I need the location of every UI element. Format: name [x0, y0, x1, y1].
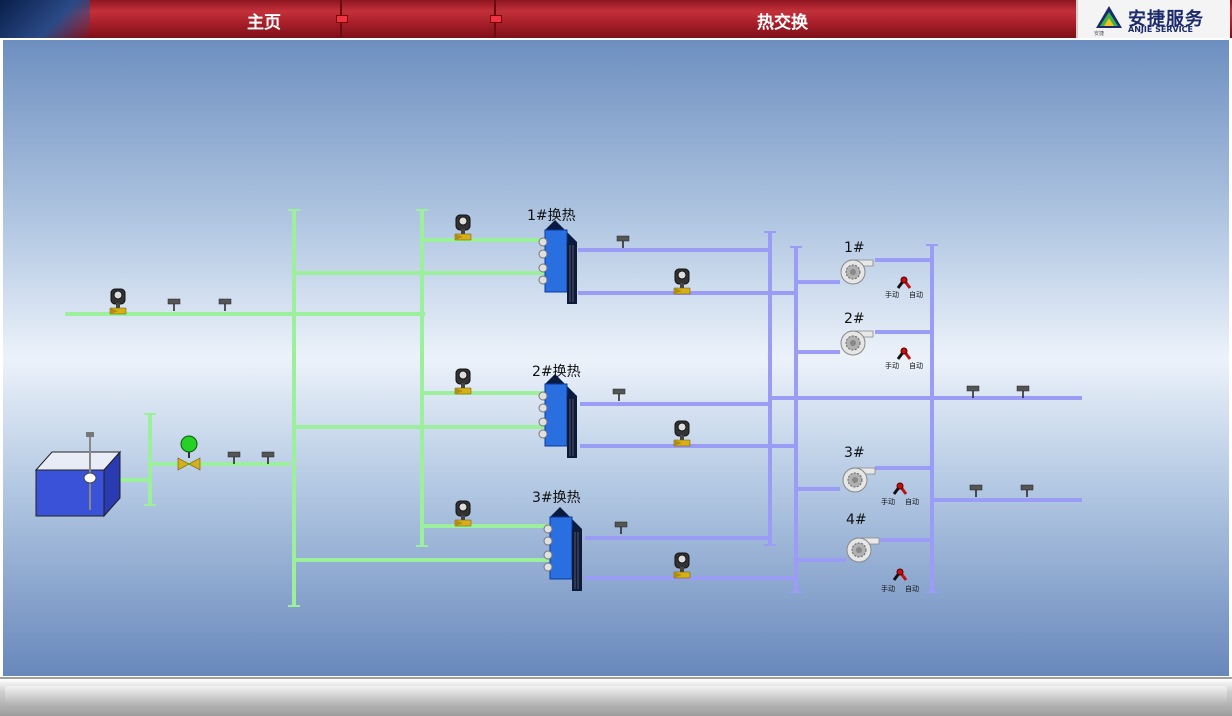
mode-switch-pump-4[interactable]: [892, 567, 908, 582]
mode-manual-label: 手动: [885, 290, 899, 299]
heat-exchanger-2[interactable]: [538, 373, 578, 459]
heat-exchange-diagram: 1#换热 2#换热 3#换热 1# 2# 3# 4# 手动 自动 手动 自动 手…: [34, 207, 1082, 607]
temperature-sensor[interactable]: [612, 388, 626, 402]
company-logo: 安捷服务 ANJIE SERVICE 安捷: [1076, 0, 1230, 38]
circulation-pump-2[interactable]: [840, 330, 874, 356]
process-diagram-area: 1#换热 2#换热 3#换热 1# 2# 3# 4# 手动 自动 手动 自动 手…: [3, 40, 1229, 676]
bottom-bar-panel: [5, 686, 1227, 708]
mode-switch-pump-2[interactable]: [896, 346, 912, 361]
actuator-valve[interactable]: [673, 552, 691, 579]
mode-auto-label: 自动: [905, 497, 919, 506]
mode-auto-label: 自动: [909, 361, 923, 370]
heat-exchanger-3-label: 3#换热: [532, 489, 581, 506]
pump-2-label: 2#: [844, 311, 865, 327]
heat-exchanger-2-label: 2#换热: [532, 363, 581, 380]
water-tank: [34, 432, 122, 518]
mode-manual-label: 手动: [881, 584, 895, 593]
return-pipe-network: [578, 232, 1082, 592]
temperature-sensor[interactable]: [969, 484, 983, 498]
mode-auto-label: 自动: [909, 290, 923, 299]
mode-manual-label: 手动: [885, 361, 899, 370]
logo-triangle-icon: [1096, 6, 1122, 28]
circulation-pump-1[interactable]: [840, 259, 874, 285]
temperature-sensor[interactable]: [616, 235, 630, 249]
pump-3-label: 3#: [844, 445, 865, 461]
circulation-pump-4[interactable]: [846, 537, 880, 563]
nav-home-button[interactable]: 主页: [247, 8, 281, 33]
actuator-valve[interactable]: [454, 214, 472, 241]
actuator-valve[interactable]: [109, 288, 127, 315]
logo-english-text: ANJIE SERVICE: [1128, 25, 1193, 34]
mode-switch-pump-3[interactable]: [892, 481, 908, 496]
bottom-status-bar: [0, 677, 1232, 716]
actuator-valve[interactable]: [673, 420, 691, 447]
mode-switch-pump-1[interactable]: [896, 275, 912, 290]
circulation-pump-3[interactable]: [842, 467, 876, 493]
heat-exchanger-1-label: 1#换热: [527, 207, 576, 224]
top-navigation-bar: 主页 热交换 安捷服务 ANJIE SERVICE 安捷: [0, 0, 1232, 38]
pump-4-label: 4#: [846, 512, 867, 528]
pressure-sensor[interactable]: [218, 298, 232, 312]
nav-separator-marker: [490, 15, 502, 23]
logo-small-text: 安捷: [1094, 31, 1105, 37]
pump-1-label: 1#: [844, 240, 865, 256]
pressure-sensor[interactable]: [167, 298, 181, 312]
heat-exchanger-1[interactable]: [538, 219, 578, 305]
supply-pipe-network: [65, 210, 550, 606]
nav-separator-marker: [336, 15, 348, 23]
temperature-sensor[interactable]: [614, 521, 628, 535]
temperature-sensor[interactable]: [1020, 484, 1034, 498]
nav-heat-exchange-button[interactable]: 热交换: [757, 8, 808, 33]
actuator-valve[interactable]: [454, 500, 472, 527]
mode-auto-label: 自动: [905, 584, 919, 593]
heat-exchanger-3[interactable]: [543, 506, 583, 592]
mode-manual-label: 手动: [881, 497, 895, 506]
actuator-valve[interactable]: [454, 368, 472, 395]
topbar-corner-decoration: [0, 0, 90, 38]
actuator-valve[interactable]: [673, 268, 691, 295]
supply-pipe-caps: [144, 209, 428, 607]
